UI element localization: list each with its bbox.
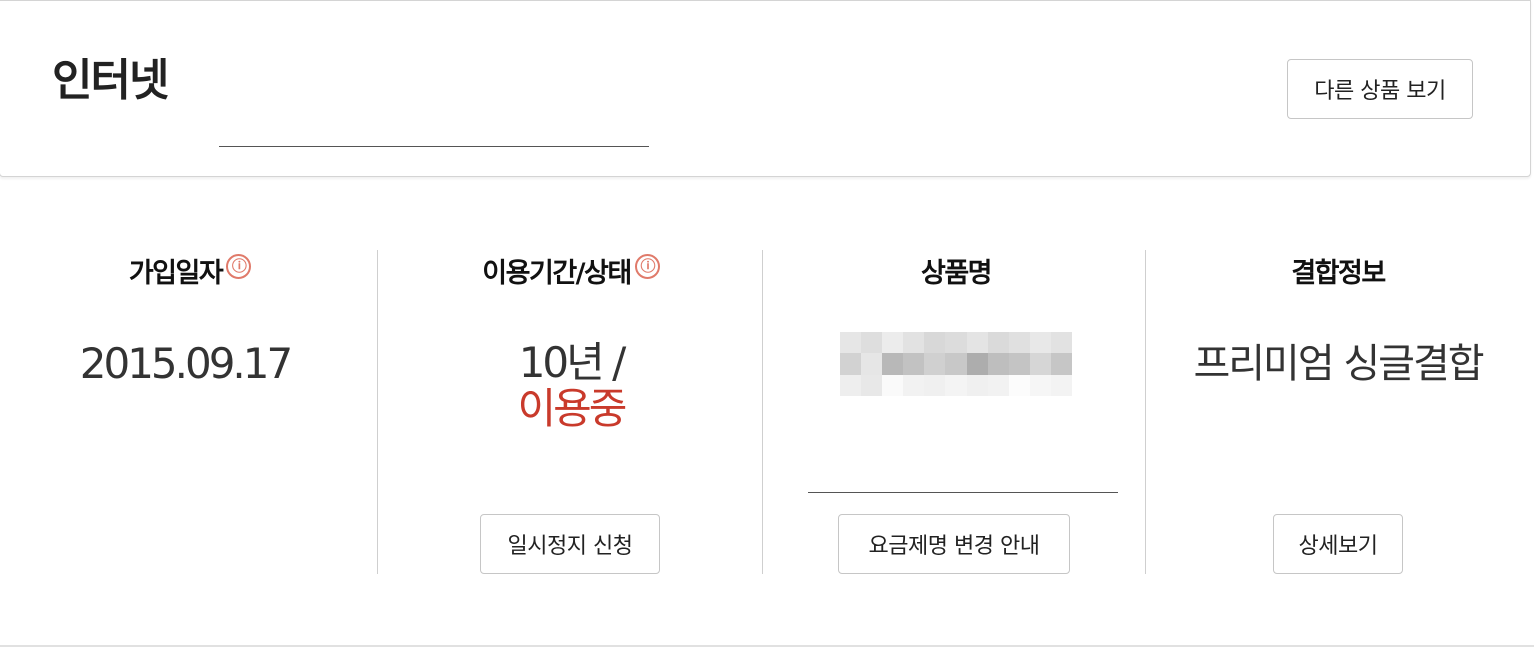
obscured-pixel <box>882 332 904 354</box>
obscured-pixel <box>861 332 883 354</box>
obscured-pixel <box>987 374 1009 396</box>
obscured-pixel <box>861 374 883 396</box>
obscured-pixel <box>1050 353 1072 375</box>
obscured-pixel <box>924 332 946 354</box>
obscured-pixel <box>987 332 1009 354</box>
obscured-pixel <box>924 353 946 375</box>
obscured-pixel <box>945 353 967 375</box>
bundle-info-heading: 결합정보 <box>1208 254 1468 289</box>
obscured-pixel <box>1050 374 1072 396</box>
obscured-pixel <box>882 374 904 396</box>
bundle-info-label: 결합정보 <box>1291 257 1386 289</box>
column-divider <box>762 250 763 574</box>
product-name-underline <box>808 492 1118 493</box>
usage-period-heading: 이용기간/상태 ⓘ <box>440 253 702 289</box>
obscured-pixel <box>1029 374 1051 396</box>
obscured-pixel <box>1008 332 1030 354</box>
usage-period-value: 10년 / <box>518 338 627 387</box>
obscured-pixel <box>924 374 946 396</box>
obscured-pixel <box>903 353 925 375</box>
obscured-pixel <box>966 374 988 396</box>
usage-status-value: 이용중 <box>517 384 628 433</box>
join-date-info-icon[interactable]: ⓘ <box>226 253 252 279</box>
obscured-pixel <box>1008 353 1030 375</box>
plan-change-guide-button[interactable]: 요금제명 변경 안내 <box>838 514 1070 574</box>
page-title: 인터넷 <box>52 55 169 106</box>
title-underline <box>219 146 649 147</box>
obscured-pixel <box>882 353 904 375</box>
obscured-pixel <box>903 332 925 354</box>
obscured-pixel <box>840 374 862 396</box>
pause-request-button[interactable]: 일시정지 신청 <box>480 514 660 574</box>
obscured-pixel <box>987 353 1009 375</box>
bundle-detail-button[interactable]: 상세보기 <box>1273 514 1403 574</box>
bottom-divider <box>0 645 1534 647</box>
column-divider <box>1145 250 1146 574</box>
obscured-pixel <box>840 332 862 354</box>
obscured-pixel <box>966 332 988 354</box>
obscured-pixel <box>1050 332 1072 354</box>
obscured-pixel <box>861 353 883 375</box>
product-name-heading: 상품명 <box>826 254 1086 289</box>
obscured-pixel <box>840 353 862 375</box>
bundle-info-value: 프리미엄 싱글결합 <box>1193 341 1484 387</box>
usage-period-info-icon[interactable]: ⓘ <box>634 253 660 279</box>
join-date-value: 2015.09.17 <box>79 339 293 388</box>
obscured-pixel <box>945 374 967 396</box>
internet-service-page: 인터넷 다른 상품 보기 가입일자 ⓘ 2015.09.17 이용기간/상태 ⓘ… <box>0 0 1534 648</box>
product-name-label: 상품명 <box>920 257 993 289</box>
join-date-heading: 가입일자 ⓘ <box>60 253 320 289</box>
obscured-pixel <box>903 374 925 396</box>
join-date-label: 가입일자 <box>128 257 224 289</box>
other-products-button[interactable]: 다른 상품 보기 <box>1287 59 1473 119</box>
header-card: 인터넷 다른 상품 보기 <box>0 0 1531 177</box>
column-divider <box>377 250 378 574</box>
product-name-obscured <box>840 332 1072 396</box>
obscured-pixel <box>966 353 988 375</box>
obscured-pixel <box>1029 332 1051 354</box>
obscured-pixel <box>945 332 967 354</box>
usage-period-label: 이용기간/상태 <box>482 257 632 289</box>
obscured-pixel <box>1008 374 1030 396</box>
obscured-pixel <box>1029 353 1051 375</box>
